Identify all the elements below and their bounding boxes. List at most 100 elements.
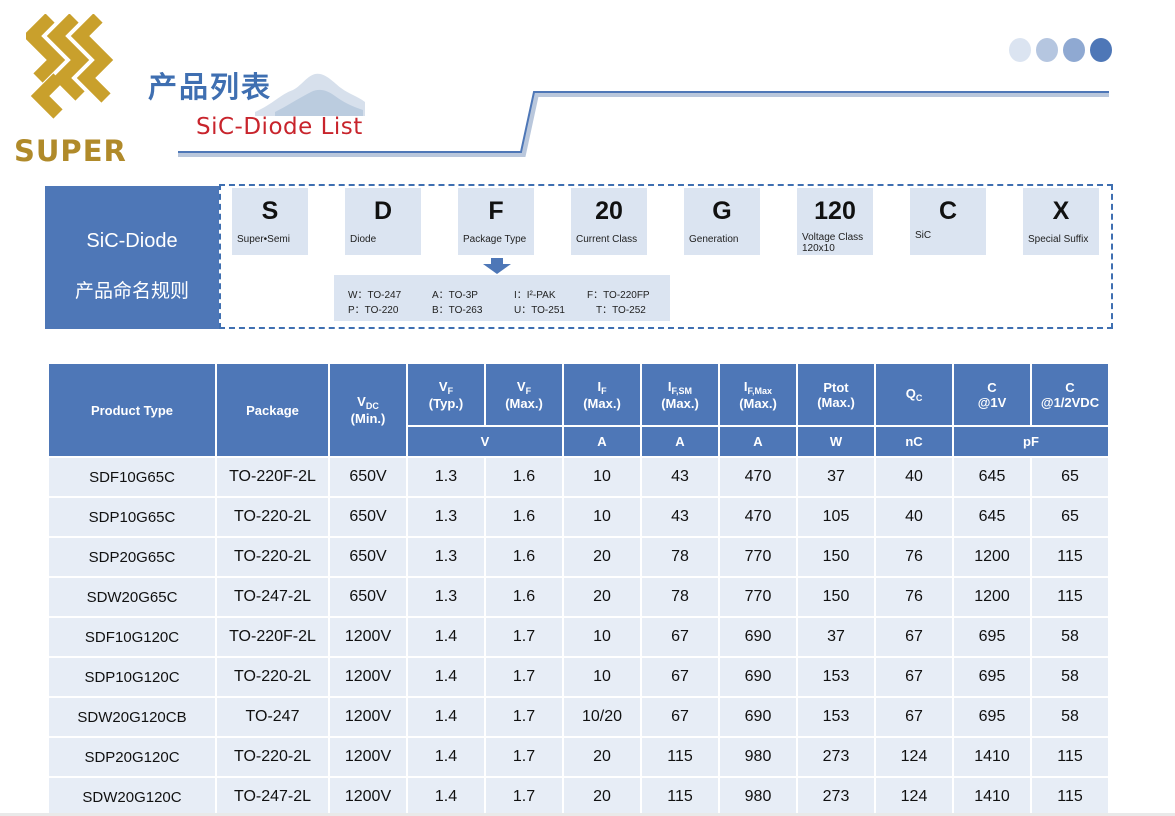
cell-vf-max: 1.7	[486, 658, 562, 696]
code-char: F	[488, 197, 504, 225]
cell-vf-max: 1.7	[486, 778, 562, 816]
header-main: I	[743, 378, 748, 394]
cell-vf-max: 1.6	[486, 578, 562, 616]
cell-vf-max: 1.7	[486, 698, 562, 736]
cell-qc: 76	[876, 578, 952, 616]
code-desc: Diode	[350, 234, 377, 245]
cell-ptot: 105	[798, 498, 874, 536]
header-line2: (Min.)	[350, 411, 386, 426]
header-line2: @1/2VDC	[1040, 394, 1100, 410]
cell-vf-typ: 1.4	[408, 738, 484, 776]
cell-ifsm: 67	[642, 698, 718, 736]
cell-c-1v: 1410	[954, 738, 1030, 776]
cell-c-half-vdc: 58	[1032, 698, 1108, 736]
cell-package: TO-220-2L	[217, 498, 328, 536]
cell-ifmax: 770	[720, 538, 796, 576]
cell-qc: 40	[876, 458, 952, 496]
header-sub: F,SM	[671, 385, 693, 396]
header-sub: F	[525, 385, 532, 396]
cell-ifmax: 980	[720, 778, 796, 816]
cell-product-type: SDW20G120C	[49, 778, 215, 816]
cell-vdc: 1200V	[330, 698, 406, 736]
header-line2: (Max.)	[817, 394, 855, 410]
cell-c-half-vdc: 115	[1032, 738, 1108, 776]
cell-package: TO-247-2L	[217, 778, 328, 816]
table-row: SDW20G120CB TO-247 1200V 1.4 1.7 10/20 67 690 15…	[49, 698, 1108, 736]
code-desc: Current Class	[576, 234, 638, 245]
cell-vf-max: 1.6	[486, 458, 562, 496]
cell-ifsm: 78	[642, 578, 718, 616]
cell-package: TO-220F-2L	[217, 458, 328, 496]
cell-vf-max: 1.7	[486, 618, 562, 656]
unit-nc: nC	[876, 427, 952, 456]
code-desc: Voltage Class	[802, 232, 864, 243]
cell-ifmax: 470	[720, 498, 796, 536]
cell-c-1v: 645	[954, 498, 1030, 536]
header-qc: QC	[876, 364, 952, 425]
cell-ifmax: 470	[720, 458, 796, 496]
code-char: 20	[595, 197, 623, 225]
cell-vf-typ: 1.4	[408, 778, 484, 816]
cell-vdc: 1200V	[330, 738, 406, 776]
header-ifsm: IF,SM (Max.)	[642, 364, 718, 425]
cell-vf-typ: 1.4	[408, 618, 484, 656]
header-main: Q	[905, 386, 916, 401]
cell-product-type: SDW20G65C	[49, 578, 215, 616]
super-logo: SUPER	[14, 14, 139, 168]
cell-qc: 76	[876, 538, 952, 576]
cell-if-max: 20	[564, 778, 640, 816]
cell-c-1v: 645	[954, 458, 1030, 496]
cell-ifsm: 67	[642, 618, 718, 656]
cell-vf-typ: 1.3	[408, 458, 484, 496]
code-char: X	[1052, 197, 1070, 225]
header-vf-max: VF (Max.)	[486, 364, 562, 425]
cell-if-max: 20	[564, 738, 640, 776]
table-row: SDP10G120C TO-220-2L 1200V 1.4 1.7 10 67 690 153…	[49, 658, 1108, 696]
cell-qc: 40	[876, 498, 952, 536]
cell-vdc: 650V	[330, 538, 406, 576]
header-line2: (Max.)	[739, 395, 777, 411]
code-desc: Special Suffix	[1028, 234, 1089, 245]
code-box-f: F Package Type	[458, 188, 534, 255]
table-row: SDP20G65C TO-220-2L 650V 1.3 1.6 20 78 770 150 76…	[49, 538, 1108, 576]
cell-vdc: 650V	[330, 498, 406, 536]
cell-c-1v: 695	[954, 618, 1030, 656]
unit-a: A	[642, 427, 718, 456]
cell-c-half-vdc: 65	[1032, 498, 1108, 536]
cell-ifsm: 43	[642, 498, 718, 536]
cell-vdc: 650V	[330, 458, 406, 496]
header-product-type: Product Type	[49, 364, 215, 456]
cell-c-1v: 1410	[954, 778, 1030, 816]
code-box-x: X Special Suffix	[1023, 188, 1099, 255]
cell-product-type: SDP10G120C	[49, 658, 215, 696]
header-ifmax: IF,Max (Max.)	[720, 364, 796, 425]
page-title-en: SiC-Diode List	[196, 114, 363, 140]
naming-label-line2: 产品命名规则	[74, 280, 189, 302]
cell-ifmax: 690	[720, 658, 796, 696]
cell-c-1v: 1200	[954, 578, 1030, 616]
code-char: S	[261, 197, 279, 225]
header-line2: (Max.)	[505, 395, 543, 411]
cell-vf-typ: 1.4	[408, 698, 484, 736]
cell-ifsm: 43	[642, 458, 718, 496]
cell-package: TO-220F-2L	[217, 618, 328, 656]
dot-icon	[1036, 38, 1058, 62]
code-box-120: 120 Voltage Class 120x10	[797, 188, 873, 255]
naming-rule-label: SiC-Diode 产品命名规则	[45, 186, 219, 329]
cell-product-type: SDF10G65C	[49, 458, 215, 496]
cell-ifsm: 115	[642, 738, 718, 776]
dot-icon	[1090, 38, 1112, 62]
header-if-max: IF (Max.)	[564, 364, 640, 425]
cell-ptot: 150	[798, 538, 874, 576]
code-box-g: G Generation	[684, 188, 760, 255]
code-box-20: 20 Current Class	[571, 188, 647, 255]
header-sub: F	[447, 385, 454, 396]
cell-if-max: 20	[564, 578, 640, 616]
cell-vdc: 650V	[330, 578, 406, 616]
cell-ptot: 37	[798, 618, 874, 656]
code-box-c: C SiC	[910, 188, 986, 255]
dot-icon	[1063, 38, 1085, 62]
cell-ptot: 150	[798, 578, 874, 616]
header-package: Package	[217, 364, 328, 456]
arrow-down-icon	[483, 258, 511, 274]
